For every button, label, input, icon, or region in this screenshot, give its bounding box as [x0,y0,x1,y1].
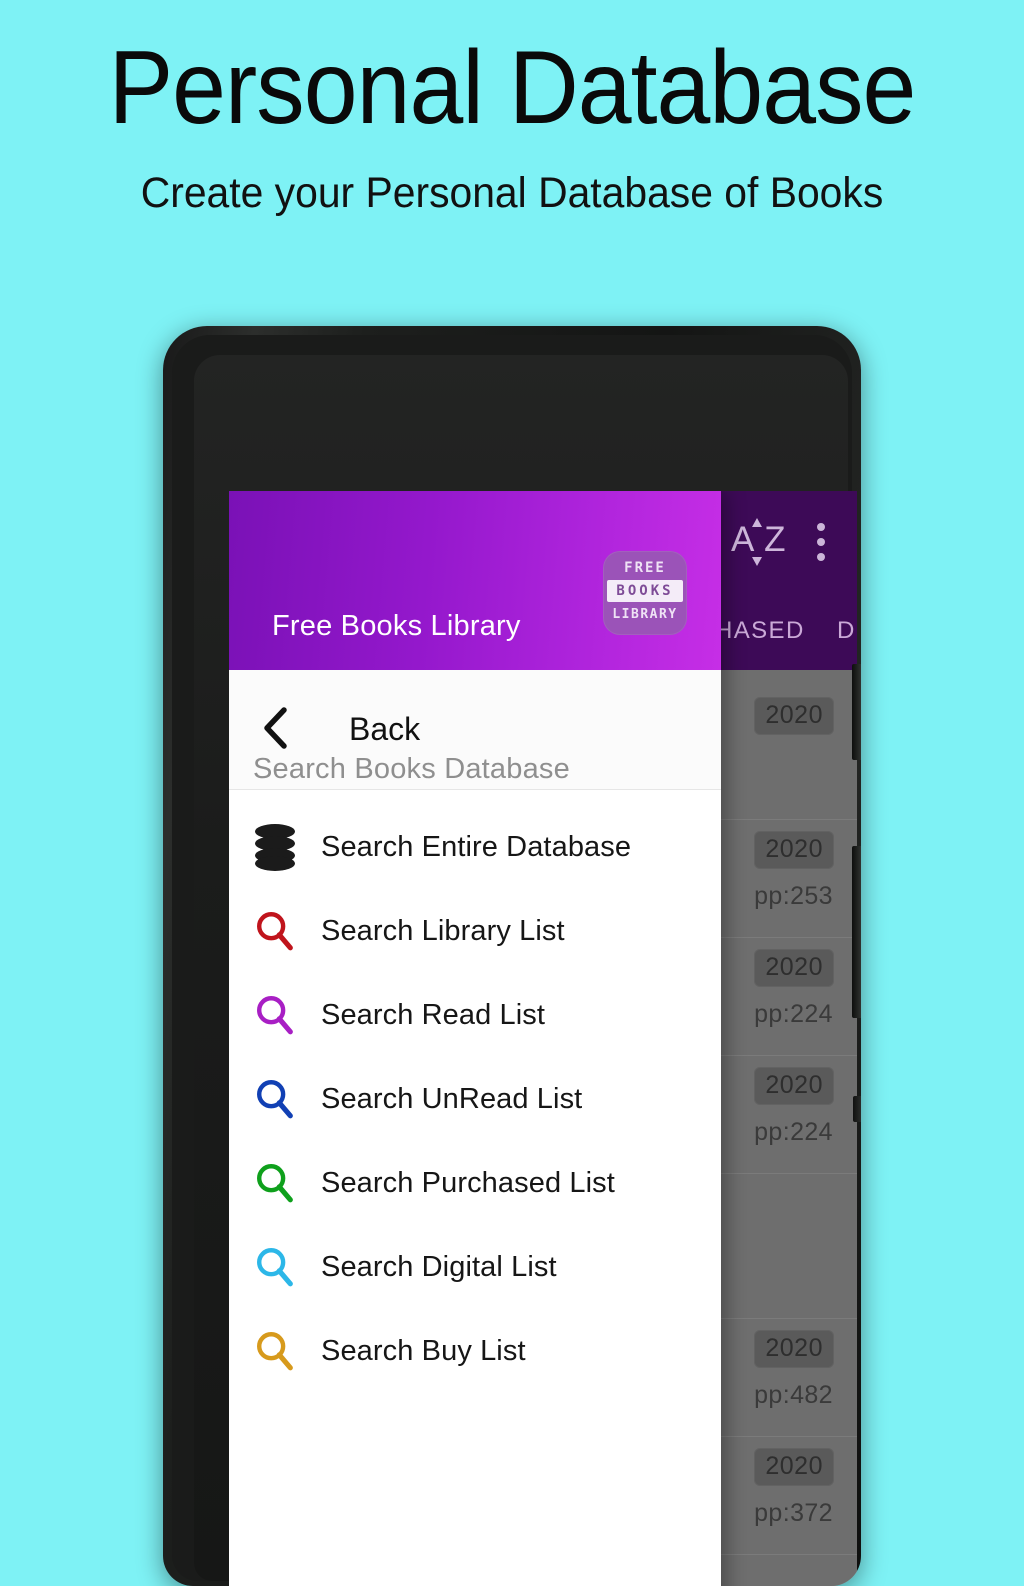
overflow-menu-icon[interactable] [817,523,825,563]
tab-digital[interactable]: DI [837,617,857,645]
side-button[interactable] [853,1096,861,1122]
book-pages-label: pp:224 [754,1000,833,1028]
app-logo-line-1: FREE [624,560,666,576]
drawer-item-search-entire-database[interactable]: Search Entire Database [229,805,721,889]
book-pages-label: pp:372 [754,1499,833,1527]
dot [817,553,825,561]
drawer-item-label: Search Entire Database [321,830,632,863]
phone-bezel: A Z HASED DI [194,355,857,1586]
book-pages-label: pp:482 [754,1381,833,1409]
search-icon [229,909,321,953]
database-icon [229,824,321,871]
app-logo-line-2: BOOKS [607,580,683,602]
drawer-back-label: Back [349,711,421,747]
phone-mockup: A Z HASED DI [163,326,861,1586]
power-button[interactable] [852,846,861,1018]
page-subtitle: Create your Personal Database of Books [140,169,884,217]
phone-screen: A Z HASED DI [229,491,857,1586]
book-year-badge: 2020 [755,950,833,986]
promo-header: Personal Database Create your Personal D… [0,0,1024,218]
drawer-item-search-buy-list[interactable]: Search Buy List [229,1309,721,1393]
drawer-section-label: Search Books Database [253,753,570,785]
drawer-item-search-purchased-list[interactable]: Search Purchased List [229,1141,721,1225]
navigation-drawer: Free Books Library FREE BOOKS LIBRARY Ba… [229,491,721,1586]
drawer-header: Free Books Library FREE BOOKS LIBRARY [229,491,721,670]
drawer-item-search-unread-list[interactable]: Search UnRead List [229,1057,721,1141]
tab-purchased[interactable]: HASED [715,617,805,645]
sort-az-icon[interactable]: A Z [731,518,787,568]
phone-inner-frame: A Z HASED DI [172,335,857,1586]
drawer-item-label: Search Purchased List [321,1166,615,1199]
book-year-badge: 2020 [755,1449,833,1485]
book-year-badge: 2020 [755,1331,833,1367]
drawer-item-search-library-list[interactable]: Search Library List [229,889,721,973]
book-year-badge: 2020 [755,698,833,734]
chevron-left-icon [264,707,287,749]
book-pages-label: pp:253 [754,882,833,910]
sort-arrows-icon [752,518,762,566]
app-logo-icon: FREE BOOKS LIBRARY [603,551,687,635]
drawer-item-list: Search Entire Database Search Library Lis… [229,805,721,1393]
search-icon [229,1161,321,1205]
drawer-item-label: Search Read List [321,998,546,1031]
drawer-item-search-digital-list[interactable]: Search Digital List [229,1225,721,1309]
drawer-item-search-read-list[interactable]: Search Read List [229,973,721,1057]
search-icon [229,993,321,1037]
drawer-title: Free Books Library [272,610,521,642]
search-icon [229,1329,321,1373]
volume-button[interactable] [852,664,861,760]
book-pages-label: pp:224 [754,1118,833,1146]
drawer-item-label: Search Buy List [321,1334,526,1367]
drawer-item-label: Search Library List [321,914,565,947]
book-year-badge: 2020 [755,1068,833,1104]
search-icon [229,1077,321,1121]
app-logo-line-3: LIBRARY [612,607,678,622]
page-title: Personal Database [108,30,917,146]
drawer-item-label: Search UnRead List [321,1082,583,1115]
drawer-item-label: Search Digital List [321,1250,557,1283]
dot [817,523,825,531]
dot [817,538,825,546]
book-year-badge: 2020 [755,832,833,868]
search-icon [229,1245,321,1289]
